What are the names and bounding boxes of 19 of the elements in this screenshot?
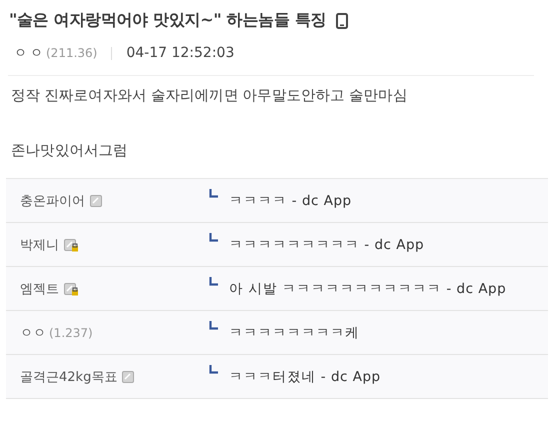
post-date: 04-17 12:52:03 bbox=[126, 45, 234, 61]
locked-gallery-icon[interactable] bbox=[64, 282, 78, 296]
commenter-name[interactable]: 엠젝트 bbox=[20, 280, 59, 298]
comment-text: ㅋㅋㅋㅋ - dc App bbox=[229, 192, 352, 210]
locked-gallery-icon[interactable] bbox=[64, 238, 78, 252]
commenter-name[interactable]: 충온파이어 bbox=[20, 192, 85, 210]
author-ip: (211.36) bbox=[46, 46, 98, 60]
post-text: 존나맛있어서그럼 bbox=[11, 142, 129, 160]
comment-text: ㅋㅋㅋㅋㅋㅋㅋㅋㅋ - dc App bbox=[229, 236, 424, 254]
commenter-ip: (1.237) bbox=[49, 326, 93, 340]
comment-text: 아 시발 ㅋㅋㅋㅋㅋㅋㅋㅋㅋㅋㅋ - dc App bbox=[229, 280, 506, 298]
author-name[interactable]: ㅇㅇ bbox=[14, 44, 46, 62]
comment-text: ㅋㅋㅋ터졌네 - dc App bbox=[229, 368, 381, 386]
commenter-name[interactable]: 골격근42kg목표 bbox=[20, 368, 118, 386]
post-title: "술은 여자랑먹어야 맛있지~" 하는놈들 특징 bbox=[9, 10, 326, 31]
commenter-name[interactable]: 박제니 bbox=[20, 236, 59, 254]
post-text: 정작 진짜로여자와서 술자리에끼면 아무말도안하고 술만마심 bbox=[11, 87, 408, 105]
comment-text: ㅋㅋㅋㅋㅋㅋㅋㅋ케 bbox=[229, 324, 360, 342]
commenter-name[interactable]: ㅇㅇ bbox=[20, 324, 46, 342]
